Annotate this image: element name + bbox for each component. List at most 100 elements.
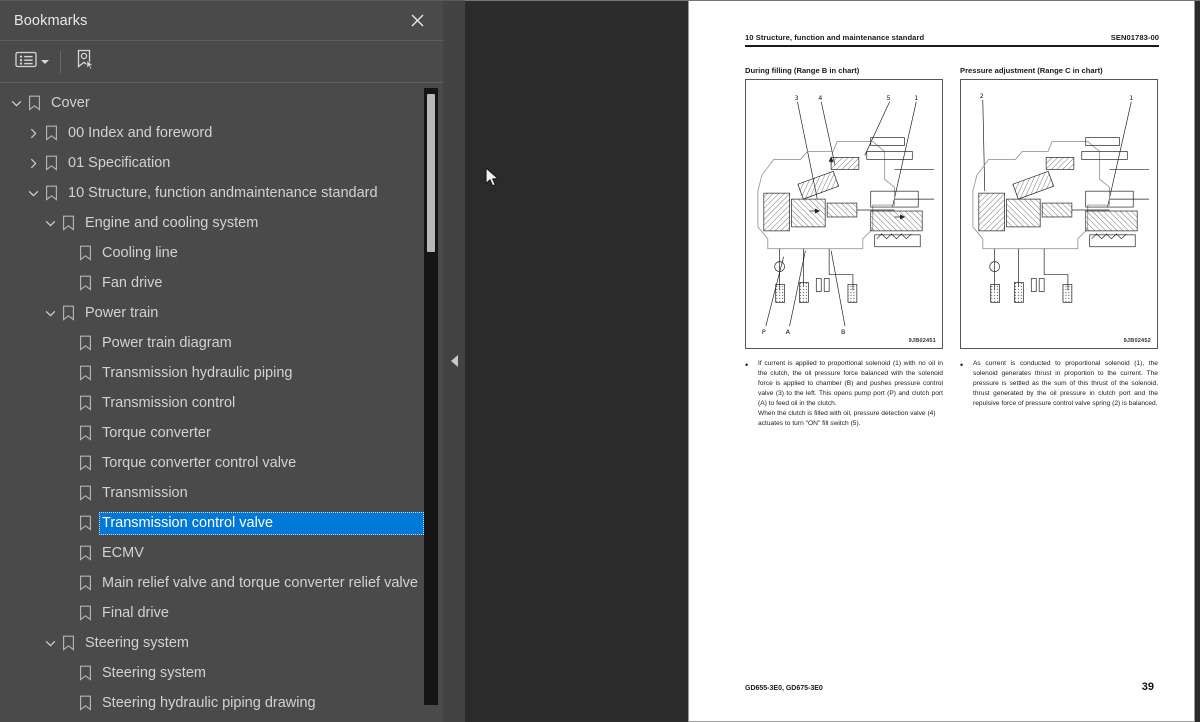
bookmark-tree-item[interactable]: Transmission control valve xyxy=(0,508,443,538)
bookmark-icon xyxy=(77,395,94,412)
bookmark-item-label: Transmission control xyxy=(102,394,236,411)
page-header-right: SEN01783-00 xyxy=(1110,33,1159,42)
bookmark-tree-item[interactable]: Power train xyxy=(0,298,443,328)
bookmark-icon xyxy=(43,185,60,202)
pdf-page-viewer[interactable]: 10 Structure, function and maintenance s… xyxy=(465,0,1200,722)
list-options-icon xyxy=(15,51,37,73)
chevron-down-icon[interactable] xyxy=(8,95,24,111)
bookmark-item-label: Steering system xyxy=(85,634,189,651)
column-during-filling: During filling (Range B in chart) 3 4 5 … xyxy=(745,66,943,429)
page-footer-model: GD655-3E0, GD675-3E0 xyxy=(745,685,823,692)
svg-text:P: P xyxy=(762,329,766,336)
chevron-right-icon[interactable] xyxy=(25,155,41,171)
bookmark-icon xyxy=(26,95,43,112)
svg-text:B: B xyxy=(841,329,845,336)
bookmarks-tree-container: Cover 00 Index and foreword 01 Specificati… xyxy=(0,83,443,722)
bookmark-tree-item[interactable]: Torque converter control valve xyxy=(0,448,443,478)
toolbar-divider xyxy=(60,50,61,73)
column-title: During filling (Range B in chart) xyxy=(745,65,860,75)
caption-text: If current is applied to proportional so… xyxy=(758,359,943,429)
bookmark-item-label: Fan drive xyxy=(102,274,163,291)
bookmark-tree-item[interactable]: Engine and cooling system xyxy=(0,208,443,238)
chevron-down-icon[interactable] xyxy=(42,305,58,321)
page-content: 10 Structure, function and maintenance s… xyxy=(745,33,1159,429)
bookmarks-toolbar xyxy=(0,41,443,83)
svg-text:5: 5 xyxy=(887,94,891,101)
bookmark-tree-item[interactable]: Fan drive xyxy=(0,268,443,298)
chevron-right-icon[interactable] xyxy=(25,125,41,141)
panel-splitter[interactable] xyxy=(443,0,465,722)
bookmark-item-label: Steering system xyxy=(102,664,206,681)
page-columns: During filling (Range B in chart) 3 4 5 … xyxy=(745,66,1159,429)
bookmark-icon xyxy=(43,155,60,172)
page-footer: GD655-3E0, GD675-3E0 39 xyxy=(745,681,1154,693)
chevron-down-icon[interactable] xyxy=(42,635,58,651)
bookmark-item-label: 01 Specification xyxy=(68,154,171,171)
bookmark-tree-item[interactable]: Transmission xyxy=(0,478,443,508)
bookmark-tree-item[interactable]: Main relief valve and torque converter r… xyxy=(0,568,443,598)
bookmark-tree-item[interactable]: Steering system xyxy=(0,658,443,688)
bookmark-tree-item[interactable]: Power train diagram xyxy=(0,328,443,358)
new-bookmark-button[interactable] xyxy=(71,48,98,76)
bookmark-tree-item[interactable]: Final drive xyxy=(0,598,443,628)
bookmark-tree-item[interactable]: 00 Index and foreword xyxy=(0,118,443,148)
bookmark-icon xyxy=(77,695,94,712)
bookmark-tree-item[interactable]: Steering hydraulic piping drawing xyxy=(0,688,443,718)
bookmark-icon xyxy=(60,635,77,652)
bookmark-options-button[interactable] xyxy=(13,48,51,76)
page-header-rule xyxy=(745,45,1159,47)
column-title: Pressure adjustment (Range C in chart) xyxy=(960,65,1103,75)
chevron-down-icon xyxy=(41,59,49,64)
bookmark-item-label: 00 Index and foreword xyxy=(68,124,213,141)
bookmark-icon xyxy=(77,575,94,592)
bookmark-icon xyxy=(77,545,94,562)
chevron-down-icon[interactable] xyxy=(42,215,58,231)
bookmark-icon xyxy=(77,275,94,292)
bookmark-tree-item[interactable]: Transmission hydraulic piping xyxy=(0,358,443,388)
bookmark-item-label: Power train xyxy=(85,304,159,321)
bookmark-icon xyxy=(60,215,77,232)
bookmark-icon xyxy=(77,485,94,502)
bookmark-icon xyxy=(77,335,94,352)
collapse-left-triangle-icon xyxy=(450,355,458,367)
bullet-icon: • xyxy=(745,359,749,370)
caption-paragraph-1: If current is applied to proportional so… xyxy=(758,359,943,407)
bookmarks-scrollbar[interactable] xyxy=(424,88,438,705)
bookmark-item-label: Torque converter control valve xyxy=(102,454,297,471)
bookmark-tree-item[interactable]: Transmission control xyxy=(0,388,443,418)
bookmark-tree-item[interactable]: 01 Specification xyxy=(0,148,443,178)
caption-paragraph-2: When the clutch is filled with oil, pres… xyxy=(758,409,936,427)
bookmark-item-label: Transmission xyxy=(102,484,188,501)
bookmark-item-label: Steering hydraulic piping drawing xyxy=(102,694,316,711)
close-icon[interactable] xyxy=(405,9,429,33)
svg-text:3: 3 xyxy=(795,94,799,101)
figure-pressure-adjustment: 2 1 9JB02452 xyxy=(960,78,1158,349)
page-header-left: 10 Structure, function and maintenance s… xyxy=(745,33,925,42)
bookmark-tree-item[interactable]: Steering system xyxy=(0,628,443,658)
bookmark-tree-item[interactable]: Cooling line xyxy=(0,238,443,268)
chevron-down-icon[interactable] xyxy=(25,185,41,201)
bookmark-tree-item[interactable]: 10 Structure, function andmaintenance st… xyxy=(0,178,443,208)
bookmark-item-label: Engine and cooling system xyxy=(85,214,259,231)
bookmark-tree-item[interactable]: Cover xyxy=(0,88,443,118)
caption-text: As current is conducted to proportional … xyxy=(973,359,1158,409)
collapse-panel-button[interactable] xyxy=(443,341,465,381)
bookmarks-scrollbar-thumb[interactable] xyxy=(427,94,435,252)
bookmark-icon xyxy=(60,305,77,322)
figure-id: 9JB02452 xyxy=(1123,337,1151,344)
bookmark-tree-item[interactable]: ECMV xyxy=(0,538,443,568)
bookmark-icon xyxy=(77,245,94,262)
bookmark-tree-item[interactable]: Torque converter xyxy=(0,418,443,448)
bookmark-icon xyxy=(43,125,60,142)
figure-id: 9JB02451 xyxy=(908,337,936,344)
